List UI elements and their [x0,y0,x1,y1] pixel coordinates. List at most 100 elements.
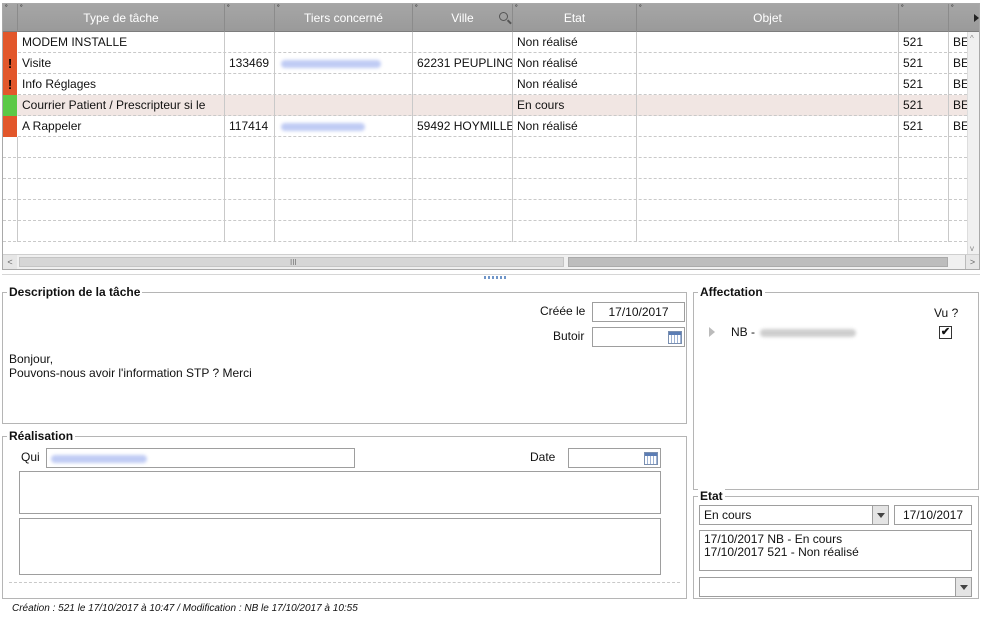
affectation-panel: Affectation Vu ? NB - ✔ [693,285,979,490]
header-tiers[interactable]: ˚ Tiers concerné [275,4,413,32]
header-ville[interactable]: ˚ Ville [413,4,513,32]
status-date-field[interactable]: 17/10/2017 [894,505,972,525]
priority-indicator: ! [3,53,17,74]
header-objet[interactable]: ˚ Objet [637,4,899,32]
table-row-empty [3,221,967,242]
header-number[interactable]: ˚ [225,4,275,32]
scroll-right-icon[interactable]: > [965,255,979,269]
etat-panel: Etat En cours 17/10/2017 17/10/2017 NB -… [693,489,979,599]
cell-etat: En cours [513,95,637,116]
header-ville-label: Ville [451,11,474,25]
cell-extra: BEL [953,56,967,70]
assignee-prefix: NB - [731,325,755,339]
cell-tiers [275,74,413,95]
header-type[interactable]: ˚ Type de tâche [18,4,225,32]
description-text[interactable]: Bonjour, Pouvons-nous avoir l'informatio… [9,352,252,380]
secondary-select[interactable] [699,577,972,597]
description-panel: Description de la tâche Créée le 17/10/2… [2,285,687,424]
expand-arrow-icon[interactable] [709,327,715,337]
cell-ville [413,74,513,95]
table-row[interactable]: MODEM INSTALLE Non réalisé 521 BEL [3,32,967,53]
priority-indicator [3,95,17,116]
table-row[interactable]: ! Visite 133469 62231 PEUPLINGUES Non ré… [3,53,967,74]
cell-etat: Non réalisé [513,32,637,53]
realisation-textarea-1[interactable] [19,471,661,514]
description-line: Pouvons-nous avoir l'information STP ? M… [9,366,252,380]
priority-indicator [3,116,17,137]
scrollbar-grip: III [290,258,297,267]
scrollbar-thumb[interactable]: III [19,257,564,267]
cell-extra: BEL [953,35,967,49]
cell-user: 521 [899,53,949,74]
cell-ville: 62231 PEUPLINGUES [413,53,513,74]
seen-checkbox[interactable]: ✔ [939,326,952,339]
status-select-value: En cours [704,508,752,522]
cell-tiers [275,116,413,137]
scroll-right-arrow-icon[interactable] [974,14,979,22]
scroll-down-icon[interactable]: v [970,244,974,254]
chevron-down-icon[interactable] [872,506,888,524]
calendar-icon[interactable] [668,331,682,344]
divider [9,582,680,583]
etat-legend: Etat [698,489,725,503]
audit-footer: Création : 521 le 17/10/2017 à 10:47 / M… [12,603,358,614]
realisation-textarea-2[interactable] [19,518,661,575]
header-etat[interactable]: ˚ Etat [513,4,637,32]
table-row[interactable]: ! Info Réglages Non réalisé 521 BEL [3,74,967,95]
panel-splitter[interactable] [2,274,980,280]
cell-extra: BEL [953,77,967,91]
description-line: Bonjour, [9,352,54,366]
status-select[interactable]: En cours [699,505,889,525]
table-row[interactable]: A Rappeler 117414 59492 HOYMILLE Non réa… [3,116,967,137]
history-entry: 17/10/2017 521 - Non réalisé [704,545,859,559]
cell-ville: 59492 HOYMILLE [413,116,513,137]
priority-indicator: ! [3,74,17,95]
cell-number: 133469 [225,53,275,74]
header-user[interactable]: ˚ [899,4,949,32]
search-icon[interactable] [499,12,508,21]
cell-number [225,74,275,95]
created-date-field[interactable]: 17/10/2017 [592,302,685,322]
cell-type: Info Réglages [18,74,225,95]
who-field[interactable] [46,448,355,468]
description-legend: Description de la tâche [7,285,143,299]
redacted-text [281,122,365,131]
due-label: Butoir [553,329,585,343]
redacted-text [51,454,147,463]
table-row-empty [3,200,967,221]
cell-user: 521 [899,74,949,95]
vertical-scrollbar[interactable]: ^ v [967,32,979,256]
cell-extra: BEL [953,98,967,112]
cell-number [225,95,275,116]
cell-type: A Rappeler [18,116,225,137]
redacted-text [760,329,856,337]
splitter-grip-icon[interactable] [484,276,506,279]
cell-type: Courrier Patient / Prescripteur si le [18,95,225,116]
scroll-left-icon[interactable]: < [3,255,17,269]
chevron-down-icon[interactable] [955,578,971,596]
cell-type: MODEM INSTALLE [18,32,225,53]
cell-etat: Non réalisé [513,74,637,95]
cell-user: 521 [899,116,949,137]
priority-indicator [3,32,17,53]
realisation-date-field[interactable] [568,448,661,468]
cell-number: 117414 [225,116,275,137]
cell-objet [637,116,899,137]
cell-ville [413,95,513,116]
header-priority[interactable]: ˚ [3,4,18,32]
redacted-text [281,59,381,68]
scroll-up-icon[interactable]: ^ [970,34,974,44]
header-etat-label: Etat [563,11,586,25]
header-objet-label: Objet [753,11,782,25]
realisation-panel: Réalisation Qui Date [2,429,687,599]
due-date-field[interactable] [592,327,685,347]
header-extra[interactable]: ˚ [949,4,979,32]
table-row-selected[interactable]: Courrier Patient / Prescripteur si le En… [3,95,967,116]
cell-objet [637,32,899,53]
who-label: Qui [21,450,40,464]
table-row-empty [3,158,967,179]
header-tiers-label: Tiers concerné [304,11,383,25]
status-history[interactable]: 17/10/2017 NB - En cours 17/10/2017 521 … [699,530,972,571]
horizontal-scrollbar[interactable]: < III > [3,254,979,269]
calendar-icon[interactable] [644,452,658,465]
